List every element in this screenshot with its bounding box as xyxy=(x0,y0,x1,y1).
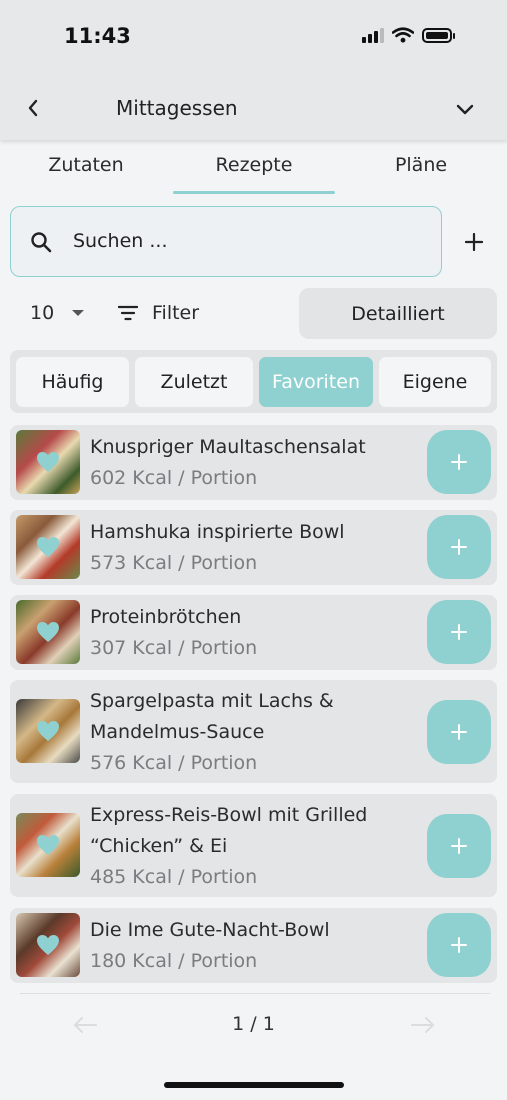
search-icon xyxy=(31,232,52,253)
heart-icon xyxy=(37,622,59,642)
recipe-kcal: 573 Kcal / Portion xyxy=(90,552,258,574)
filter-button[interactable]: Filter xyxy=(118,302,199,324)
recipe-name: Proteinbrötchen xyxy=(90,606,242,628)
recipe-name: Knuspriger Maultaschensalat xyxy=(90,436,366,458)
meal-dropdown-button[interactable] xyxy=(452,96,478,122)
plus-icon xyxy=(451,724,467,740)
caret-down-icon xyxy=(72,310,85,316)
recipe-thumbnail xyxy=(16,515,80,579)
view-mode-button[interactable]: Detailliert xyxy=(299,288,497,339)
recipe-item[interactable]: Hamshuka inspirierte Bowl 573 Kcal / Por… xyxy=(10,510,497,585)
recipe-item[interactable]: Express-Reis-Bowl mit Grilled “Chicken” … xyxy=(10,794,497,897)
recipe-item[interactable]: Spargelpasta mit Lachs & Mandelmus-Sauce… xyxy=(10,680,497,783)
chevron-left-icon xyxy=(28,99,38,117)
status-time: 11:43 xyxy=(64,24,131,48)
add-recipe-to-plan-button[interactable] xyxy=(427,913,491,977)
recipe-thumbnail xyxy=(16,600,80,664)
heart-icon xyxy=(37,452,59,472)
heart-icon xyxy=(37,935,59,955)
heart-icon xyxy=(37,835,59,855)
plus-icon xyxy=(465,233,483,251)
add-recipe-button[interactable] xyxy=(458,226,490,258)
active-tab-indicator xyxy=(173,191,335,194)
plus-icon xyxy=(451,937,467,953)
tab-plaene[interactable]: Pläne xyxy=(355,154,487,176)
add-recipe-to-plan-button[interactable] xyxy=(427,515,491,579)
search-input[interactable]: Suchen ... xyxy=(10,206,442,277)
tab-rezepte[interactable]: Rezepte xyxy=(173,154,335,176)
recipe-name: Hamshuka inspirierte Bowl xyxy=(90,521,345,543)
plus-icon xyxy=(451,838,467,854)
items-per-page-value: 10 xyxy=(30,302,55,324)
plus-icon xyxy=(451,539,467,555)
wifi-icon xyxy=(392,27,414,43)
recipe-name: Spargelpasta mit Lachs & Mandelmus-Sauce xyxy=(90,690,334,743)
filter-icon xyxy=(118,305,138,321)
list-divider xyxy=(20,993,490,994)
segment-zuletzt[interactable]: Zuletzt xyxy=(135,357,253,407)
back-button[interactable] xyxy=(22,94,44,122)
add-recipe-to-plan-button[interactable] xyxy=(427,430,491,494)
arrow-right-icon[interactable] xyxy=(410,1014,436,1036)
app-header: 11:43 Mittagessen xyxy=(0,0,507,140)
plus-icon xyxy=(451,454,467,470)
recipe-filter-segments: Häufig Zuletzt Favoriten Eigene xyxy=(10,350,497,413)
recipe-kcal: 180 Kcal / Portion xyxy=(90,950,258,972)
page-title: Mittagessen xyxy=(116,96,238,120)
recipe-thumbnail xyxy=(16,813,80,877)
recipe-thumbnail xyxy=(16,430,80,494)
status-icons xyxy=(362,27,455,43)
recipe-item[interactable]: Knuspriger Maultaschensalat 602 Kcal / P… xyxy=(10,425,497,500)
battery-icon xyxy=(422,27,455,43)
recipe-item[interactable]: Proteinbrötchen 307 Kcal / Portion xyxy=(10,595,497,670)
segment-favoriten[interactable]: Favoriten xyxy=(259,357,373,407)
search-placeholder: Suchen ... xyxy=(73,230,168,252)
add-recipe-to-plan-button[interactable] xyxy=(427,600,491,664)
heart-icon xyxy=(37,537,59,557)
chevron-down-icon xyxy=(456,104,474,115)
recipe-item[interactable]: Die Ime Gute-Nacht-Bowl 180 Kcal / Porti… xyxy=(10,908,497,983)
tab-bar: Zutaten Rezepte Pläne xyxy=(0,150,507,196)
segment-haeufig[interactable]: Häufig xyxy=(16,357,129,407)
items-per-page-select[interactable]: 10 xyxy=(30,302,85,324)
plus-icon xyxy=(451,624,467,640)
recipe-thumbnail xyxy=(16,913,80,977)
recipe-kcal: 307 Kcal / Portion xyxy=(90,637,258,659)
add-recipe-to-plan-button[interactable] xyxy=(427,814,491,878)
recipe-kcal: 576 Kcal / Portion xyxy=(90,752,258,774)
home-indicator xyxy=(164,1082,344,1088)
cellular-signal-icon xyxy=(362,27,384,43)
recipe-kcal: 602 Kcal / Portion xyxy=(90,467,258,489)
recipe-name: Express-Reis-Bowl mit Grilled “Chicken” … xyxy=(90,804,368,857)
filter-label: Filter xyxy=(152,302,200,324)
recipe-thumbnail xyxy=(16,699,80,763)
add-recipe-to-plan-button[interactable] xyxy=(427,700,491,764)
segment-eigene[interactable]: Eigene xyxy=(379,357,491,407)
recipe-kcal: 485 Kcal / Portion xyxy=(90,866,258,888)
recipe-name: Die Ime Gute-Nacht-Bowl xyxy=(90,919,330,941)
heart-icon xyxy=(37,721,59,741)
tab-zutaten[interactable]: Zutaten xyxy=(20,154,152,176)
